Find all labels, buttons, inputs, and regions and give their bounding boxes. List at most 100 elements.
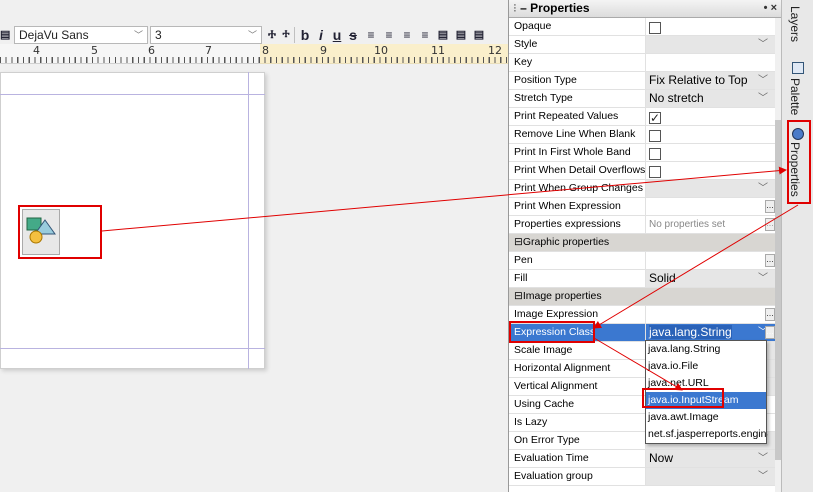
collapse-icon[interactable]: ⊟ [514, 290, 523, 302]
tab-palette[interactable]: Palette [788, 78, 802, 115]
toolbar-separator [294, 27, 295, 43]
dropdown-option[interactable]: java.io.File [646, 358, 766, 375]
evaluation-group-select[interactable]: ﹀ [646, 468, 776, 485]
property-value[interactable]: … [646, 306, 776, 323]
dropdown-option[interactable]: java.net.URL [646, 375, 766, 392]
font-size-combo[interactable]: 3 ﹀ [150, 26, 262, 44]
expression-class-dropdown[interactable]: java.lang.String java.io.File java.net.U… [645, 340, 767, 444]
ellipsis-button[interactable]: … [765, 200, 775, 213]
opaque-checkbox[interactable] [649, 21, 661, 34]
format-toolbar: ▤ DejaVu Sans ﹀ 3 ﹀ Ⰰ Ⰰ b i u s ≡ ≡ ≡ ≡ … [0, 0, 508, 44]
chevron-down-icon: ﹀ [758, 183, 768, 194]
property-label: Remove Line When Blank [509, 126, 646, 143]
section-label-text: Image properties [522, 290, 602, 302]
print-detail-overflows-checkbox[interactable] [649, 165, 661, 178]
bold-icon[interactable]: b [297, 26, 313, 44]
tab-properties[interactable]: Properties [788, 142, 802, 197]
ruler-number: 9 [320, 44, 327, 57]
property-value-text: No properties set [649, 219, 726, 230]
property-row-print-detail-overflows[interactable]: Print When Detail Overflows [509, 162, 781, 180]
position-type-select[interactable]: Fix Relative to Top ﹀ [646, 72, 776, 89]
property-label: Style [509, 36, 646, 53]
tab-layers[interactable]: Layers [788, 6, 802, 42]
property-row-evaluation-group[interactable]: Evaluation group ﹀ [509, 468, 781, 486]
font-name-combo[interactable]: DejaVu Sans ﹀ [14, 26, 148, 44]
edit-icon[interactable]: ▤ [0, 26, 10, 44]
align-bottom-icon[interactable]: ▤ [471, 26, 487, 44]
stretch-type-select[interactable]: No stretch ﹀ [646, 90, 776, 107]
property-row-print-repeated[interactable]: Print Repeated Values [509, 108, 781, 126]
decrease-font-icon[interactable]: Ⰰ [278, 26, 294, 44]
expression-class-select[interactable]: java.lang.String ﹀… [646, 324, 776, 341]
evaluation-time-select[interactable]: Now ﹀ [646, 450, 776, 467]
property-label: Print When Expression [509, 198, 646, 215]
section-graphic-properties[interactable]: ⊟Graphic properties [509, 234, 781, 252]
property-value[interactable]: … [646, 198, 776, 215]
palette-icon [792, 62, 804, 74]
print-first-band-checkbox[interactable] [649, 147, 661, 160]
underline-icon[interactable]: u [329, 26, 345, 44]
style-select[interactable]: ﹀ [646, 36, 776, 53]
property-row-fill[interactable]: Fill Solid ﹀ [509, 270, 781, 288]
align-left-icon[interactable]: ≡ [363, 26, 379, 44]
chevron-down-icon: ﹀ [758, 471, 768, 482]
property-row-print-when-expression[interactable]: Print When Expression … [509, 198, 781, 216]
property-row-evaluation-time[interactable]: Evaluation Time Now ﹀ [509, 450, 781, 468]
property-label: Print When Group Changes [509, 180, 646, 197]
property-value[interactable]: … [646, 252, 776, 269]
image-placeholder [22, 209, 60, 255]
property-value[interactable]: No properties set … [646, 216, 776, 233]
property-row-stretch-type[interactable]: Stretch Type No stretch ﹀ [509, 90, 781, 108]
justify-icon[interactable]: ≡ [417, 26, 433, 44]
collapse-icon[interactable]: ⊟ [514, 236, 523, 248]
dropdown-option[interactable]: net.sf.jasperreports.engine.JR [646, 426, 766, 443]
property-label: Using Cache [509, 396, 646, 413]
property-row-pen[interactable]: Pen … [509, 252, 781, 270]
property-row-position-type[interactable]: Position Type Fix Relative to Top ﹀ [509, 72, 781, 90]
dropdown-option[interactable]: java.awt.Image [646, 409, 766, 426]
italic-icon[interactable]: i [313, 26, 329, 44]
ellipsis-button[interactable]: … [765, 308, 775, 321]
dropdown-option[interactable]: java.lang.String [646, 341, 766, 358]
remove-line-checkbox[interactable] [649, 129, 661, 142]
property-row-print-first-band[interactable]: Print In First Whole Band [509, 144, 781, 162]
panel-controls[interactable]: • × [764, 0, 777, 17]
property-row-remove-line[interactable]: Remove Line When Blank [509, 126, 781, 144]
print-group-changes-select[interactable]: ﹀ [646, 180, 776, 197]
print-repeated-checkbox[interactable] [649, 110, 661, 125]
align-middle-icon[interactable]: ▤ [453, 26, 469, 44]
strikethrough-icon[interactable]: s [345, 26, 361, 44]
chevron-down-icon: ﹀ [758, 75, 768, 86]
ruler-number: 7 [205, 44, 212, 57]
property-row-opaque[interactable]: Opaque [509, 18, 781, 36]
panel-title-bar[interactable]: ⁝ – Properties • × [509, 0, 781, 18]
property-value[interactable] [646, 18, 776, 35]
ellipsis-button[interactable]: … [765, 254, 775, 267]
property-label: Image Expression [509, 306, 646, 323]
property-row-image-expression[interactable]: Image Expression … [509, 306, 781, 324]
property-value[interactable] [646, 108, 776, 125]
dropdown-option-highlighted[interactable]: java.io.InputStream [646, 392, 766, 409]
property-value[interactable] [646, 144, 776, 161]
ellipsis-button[interactable]: … [765, 326, 775, 339]
property-value[interactable] [646, 162, 776, 179]
property-row-style[interactable]: Style ﹀ [509, 36, 781, 54]
align-right-icon[interactable]: ≡ [399, 26, 415, 44]
align-center-icon[interactable]: ≡ [381, 26, 397, 44]
section-image-properties[interactable]: ⊟Image properties [509, 288, 781, 306]
property-value[interactable] [646, 126, 776, 143]
align-top-icon[interactable]: ▤ [435, 26, 451, 44]
property-label: Opaque [509, 18, 646, 35]
fill-select[interactable]: Solid ﹀ [646, 270, 776, 287]
property-row-print-group-changes[interactable]: Print When Group Changes ﹀ [509, 180, 781, 198]
key-field[interactable] [646, 54, 776, 71]
property-label: Expression Class [509, 324, 646, 341]
property-label: Evaluation group [509, 468, 646, 485]
property-row-key[interactable]: Key [509, 54, 781, 72]
ruler-number: 12 [488, 44, 502, 57]
image-icon [26, 217, 56, 244]
ellipsis-button[interactable]: … [765, 218, 775, 231]
property-row-properties-expressions[interactable]: Properties expressions No properties set… [509, 216, 781, 234]
section-label: ⊟Image properties [509, 288, 774, 305]
image-element[interactable] [18, 205, 102, 259]
